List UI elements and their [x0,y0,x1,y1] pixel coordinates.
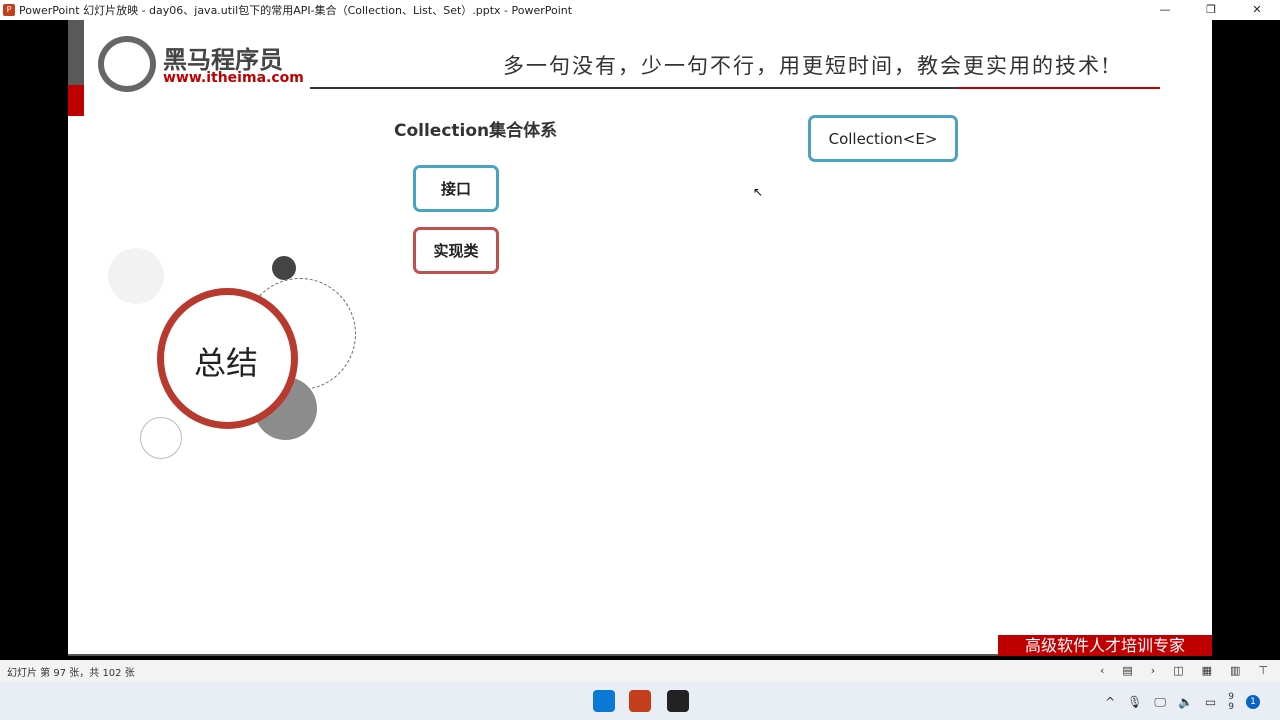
next-slide-icon[interactable]: › [1151,660,1155,682]
reading-view-icon[interactable]: ▥ [1230,660,1240,682]
brand-url: www.itheima.com [163,70,304,86]
decor-bar [68,20,84,85]
divider [310,87,960,89]
summary-title: 总结 [194,344,259,382]
status-bar: 幻灯片 第 97 张，共 102 张 ‹ ▤ › ◫ ▦ ▥ ⊤ [0,660,1280,682]
mouse-cursor-icon: ↖ [753,185,764,199]
network-icon[interactable]: 🖵 [1154,695,1166,710]
normal-view-icon[interactable]: ◫ [1173,660,1183,682]
battery-icon[interactable]: ▭ [1205,695,1216,709]
clock[interactable]: 9 9 [1228,692,1234,712]
notification-badge[interactable]: 1 [1246,695,1260,709]
powerpoint-icon: P [3,4,15,16]
decor-circle [272,256,296,280]
minimize-button[interactable]: — [1142,0,1188,20]
window-title: PowerPoint 幻灯片放映 - day06、java.util包下的常用A… [19,4,573,17]
decor-bar-red [68,85,84,116]
title-bar: P PowerPoint 幻灯片放映 - day06、java.util包下的常… [0,0,1280,20]
tray-chevron-icon[interactable]: ^ [1105,695,1115,709]
collection-node: Collection<E> [808,115,958,162]
slideshow-icon[interactable]: ⊤ [1258,660,1268,682]
slide: 黑马程序员 www.itheima.com 多一句没有，少一句不行，用更短时间，… [68,20,1212,656]
horse-logo-icon [98,36,156,92]
decor-circle [108,248,164,304]
slogan: 多一句没有，少一句不行，用更短时间，教会更实用的技术! [503,54,1112,78]
volume-icon[interactable]: 🔈 [1178,695,1193,709]
footer-tagline: 高级软件人才培训专家 [998,635,1212,656]
intellij-taskbar-icon[interactable] [667,690,689,712]
taskbar: ^ 🎙 🖵 🔈 ▭ 9 9 1 [0,682,1280,720]
slide-heading: Collection集合体系 [394,121,558,141]
slide-counter: 幻灯片 第 97 张，共 102 张 [7,667,135,679]
legend-interface: 接口 [413,165,499,212]
sorter-view-icon[interactable]: ▦ [1202,660,1212,682]
restore-button[interactable]: ❐ [1188,0,1234,20]
notes-icon[interactable]: ▤ [1122,660,1132,682]
start-icon[interactable] [593,690,615,712]
microphone-icon[interactable]: 🎙 [1127,695,1142,709]
close-button[interactable]: ✕ [1234,0,1280,20]
legend-implementation: 实现类 [413,227,499,274]
decor-circle [140,417,182,459]
prev-slide-icon[interactable]: ‹ [1100,660,1104,682]
powerpoint-taskbar-icon[interactable] [629,690,651,712]
divider-red [958,87,1160,89]
